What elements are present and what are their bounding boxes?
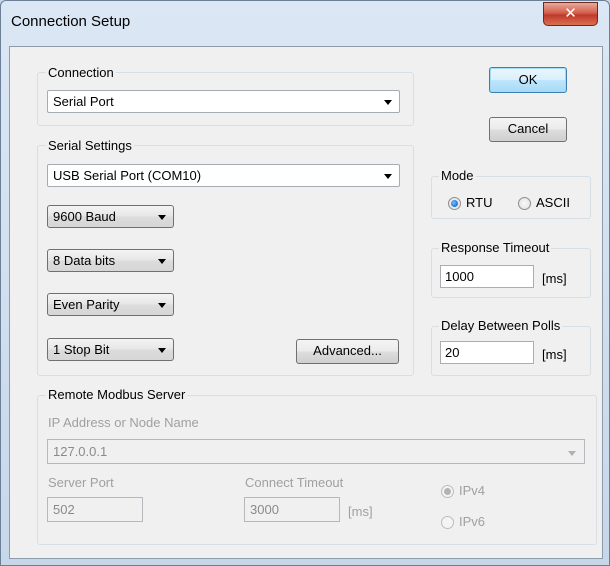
server-port-label: Server Port [48,475,114,490]
server-port-value: 502 [53,502,75,517]
connection-type-value: Serial Port [53,94,114,109]
ipv4-radio[interactable] [441,485,454,498]
ipv6-radio[interactable] [441,516,454,529]
chevron-down-icon [568,451,576,456]
serial-port-value: USB Serial Port (COM10) [53,168,202,183]
delay-polls-input[interactable]: 20 [440,341,534,364]
chevron-down-icon [158,215,166,220]
connect-timeout-value: 3000 [250,502,279,517]
chevron-down-icon [158,348,166,353]
delay-polls-unit: [ms] [542,347,567,362]
baud-rate-value: 9600 Baud [53,209,116,224]
serial-port-select[interactable]: USB Serial Port (COM10) [47,164,400,187]
ipv6-label[interactable]: IPv6 [459,514,485,529]
chevron-down-icon [384,100,392,105]
stop-bits-select[interactable]: 1 Stop Bit [47,338,174,361]
mode-rtu-label[interactable]: RTU [466,195,492,210]
data-bits-select[interactable]: 8 Data bits [47,249,174,272]
baud-rate-select[interactable]: 9600 Baud [47,205,174,228]
mode-group-label: Mode [439,168,476,183]
connect-timeout-label: Connect Timeout [245,475,344,490]
chevron-down-icon [158,259,166,264]
dialog-client-area: Connection Serial Port Serial Settings U… [9,46,603,559]
parity-select[interactable]: Even Parity [47,293,174,316]
ip-address-value: 127.0.0.1 [53,444,108,459]
delay-polls-value: 20 [445,345,460,360]
window-title: Connection Setup [11,13,131,30]
response-timeout-label: Response Timeout [439,240,552,255]
stop-bits-value: 1 Stop Bit [53,342,110,357]
response-timeout-input[interactable]: 1000 [440,265,534,288]
connect-timeout-input[interactable]: 3000 [244,497,340,522]
server-port-input[interactable]: 502 [47,497,143,522]
chevron-down-icon [158,303,166,308]
cancel-button[interactable]: Cancel [489,117,567,142]
remote-server-label: Remote Modbus Server [46,387,188,402]
dialog-window: Connection Setup ✕ Connection Serial Por… [0,0,610,566]
data-bits-value: 8 Data bits [53,253,116,268]
ipv4-label[interactable]: IPv4 [459,483,485,498]
mode-ascii-radio[interactable] [518,197,531,210]
response-timeout-unit: [ms] [542,271,567,286]
ip-address-select[interactable]: 127.0.0.1 [47,439,585,464]
ok-button[interactable]: OK [489,67,567,93]
advanced-button[interactable]: Advanced... [296,339,399,364]
connection-type-select[interactable]: Serial Port [47,90,400,113]
serial-settings-label: Serial Settings [46,138,134,153]
mode-rtu-radio[interactable] [448,197,461,210]
title-bar[interactable]: Connection Setup ✕ [1,1,610,45]
parity-value: Even Parity [53,297,120,312]
delay-polls-label: Delay Between Polls [439,318,563,333]
chevron-down-icon [384,174,392,179]
mode-ascii-label[interactable]: ASCII [536,195,570,210]
close-button[interactable]: ✕ [543,2,598,26]
close-icon: ✕ [564,4,577,22]
ip-address-label: IP Address or Node Name [48,415,199,430]
connect-timeout-unit: [ms] [348,504,373,519]
connection-group-label: Connection [46,65,116,80]
response-timeout-value: 1000 [445,269,474,284]
